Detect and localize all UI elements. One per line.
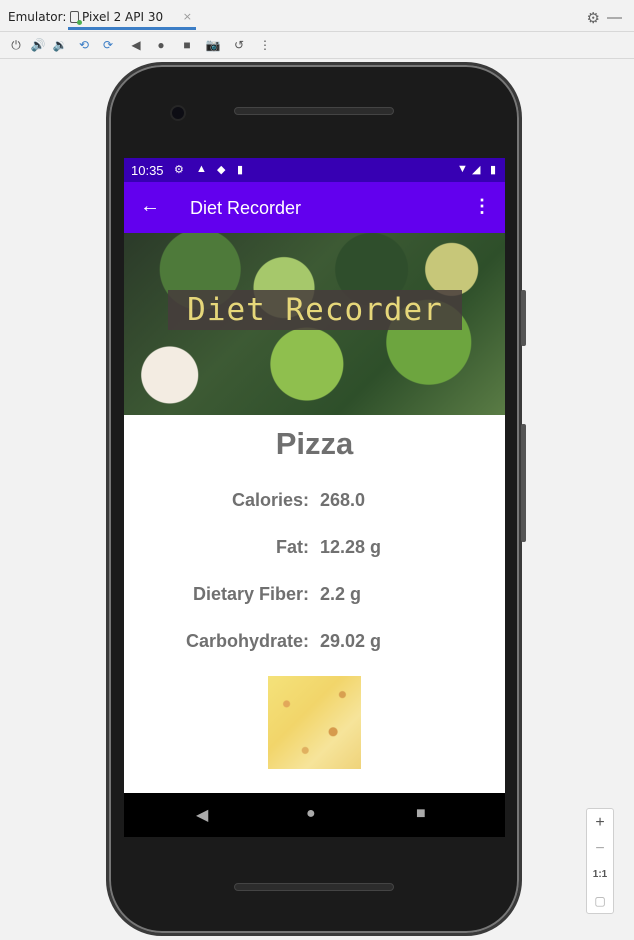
banner-image: Diet Recorder bbox=[124, 233, 505, 415]
tab-title: Pixel 2 API 30 bbox=[82, 10, 164, 24]
screenshot-icon[interactable]: 📷 bbox=[205, 37, 221, 53]
device-icon bbox=[70, 11, 82, 25]
nav-home-icon[interactable]: ● bbox=[306, 805, 316, 823]
wifi-icon: ▼ bbox=[457, 163, 468, 175]
app-bar: ← Diet Recorder ⋮ bbox=[124, 182, 505, 233]
cell-signal-icon: ◢ bbox=[472, 164, 481, 176]
battery-icon: ▮ bbox=[490, 164, 497, 176]
phone-bottom-speaker bbox=[234, 883, 394, 891]
phone-power-button bbox=[521, 290, 526, 346]
nutrient-value: 2.2 g bbox=[320, 584, 362, 604]
tab-pixel-2-api-30[interactable]: Pixel 2 API 30 × bbox=[68, 6, 196, 30]
home-nav-icon[interactable]: ● bbox=[153, 37, 169, 53]
nutrient-label: Calories: bbox=[231, 490, 309, 510]
minimize-icon[interactable]: — bbox=[607, 9, 622, 26]
banner-title: Diet Recorder bbox=[168, 290, 462, 330]
settings-status-icon: ⚙ bbox=[174, 164, 184, 176]
phone-volume-button bbox=[521, 424, 526, 542]
emulator-tab-bar: Emulator: Pixel 2 API 30 × ⚙ — bbox=[0, 0, 634, 32]
status-bar: 10:35 ⚙ ▲ ◆ ▮ ▼ ◢ ▮ bbox=[124, 158, 505, 182]
emulator-toolbar: ⏻ 🔊 🔉 ⟲ ⟳ ◀ ● ■ 📷 ↺ ⋮ bbox=[0, 33, 634, 59]
nutrient-value: 268.0 bbox=[320, 490, 366, 510]
app-bar-title: Diet Recorder bbox=[190, 198, 302, 218]
close-icon[interactable]: × bbox=[183, 10, 192, 23]
power-icon[interactable]: ⏻ bbox=[8, 37, 24, 53]
shield-status-icon: ◆ bbox=[217, 164, 226, 176]
phone-camera bbox=[170, 105, 186, 121]
device-screen: 10:35 ⚙ ▲ ◆ ▮ ▼ ◢ ▮ ← Diet Recorder ⋮ Di… bbox=[124, 158, 505, 793]
overview-nav-icon[interactable]: ■ bbox=[179, 37, 195, 53]
zoom-in-icon[interactable]: + bbox=[587, 811, 613, 835]
fit-screen-icon[interactable]: ▢ bbox=[587, 889, 613, 913]
emulator-label: Emulator: bbox=[8, 10, 67, 24]
zoom-controls: + − 1:1 ▢ bbox=[586, 808, 614, 914]
more-options-icon[interactable]: ⋮ bbox=[257, 37, 273, 53]
food-thumbnail bbox=[268, 676, 361, 769]
nutrient-label: Carbohydrate: bbox=[185, 631, 309, 651]
status-time: 10:35 bbox=[131, 163, 164, 178]
rotate-right-icon[interactable]: ⟳ bbox=[100, 37, 116, 53]
back-nav-icon[interactable]: ◀ bbox=[128, 37, 144, 53]
snapshot-icon[interactable]: ↺ bbox=[231, 37, 247, 53]
nutrient-value: 29.02 g bbox=[320, 631, 382, 651]
android-nav-bar: ◀ ● ■ bbox=[124, 793, 505, 837]
back-arrow-icon[interactable]: ← bbox=[140, 195, 160, 218]
zoom-out-icon[interactable]: − bbox=[587, 837, 613, 861]
nav-recents-icon[interactable]: ■ bbox=[416, 805, 426, 823]
nutrient-value: 12.28 g bbox=[320, 537, 382, 557]
volume-up-icon[interactable]: 🔊 bbox=[30, 37, 46, 53]
food-name: Pizza bbox=[275, 426, 354, 461]
rotate-left-icon[interactable]: ⟲ bbox=[76, 37, 92, 53]
nutrient-label: Dietary Fiber: bbox=[192, 584, 309, 604]
app-status-icon: ▲ bbox=[196, 163, 207, 175]
nav-back-icon[interactable]: ◀ bbox=[196, 805, 208, 825]
volume-down-icon[interactable]: 🔉 bbox=[52, 37, 68, 53]
overflow-menu-icon[interactable]: ⋮ bbox=[473, 196, 491, 217]
nutrient-label: Fat: bbox=[276, 537, 309, 557]
sd-card-status-icon: ▮ bbox=[237, 164, 244, 176]
zoom-one-to-one-button[interactable]: 1:1 bbox=[587, 863, 613, 887]
gear-icon[interactable]: ⚙ bbox=[587, 9, 600, 27]
phone-top-speaker bbox=[234, 107, 394, 115]
